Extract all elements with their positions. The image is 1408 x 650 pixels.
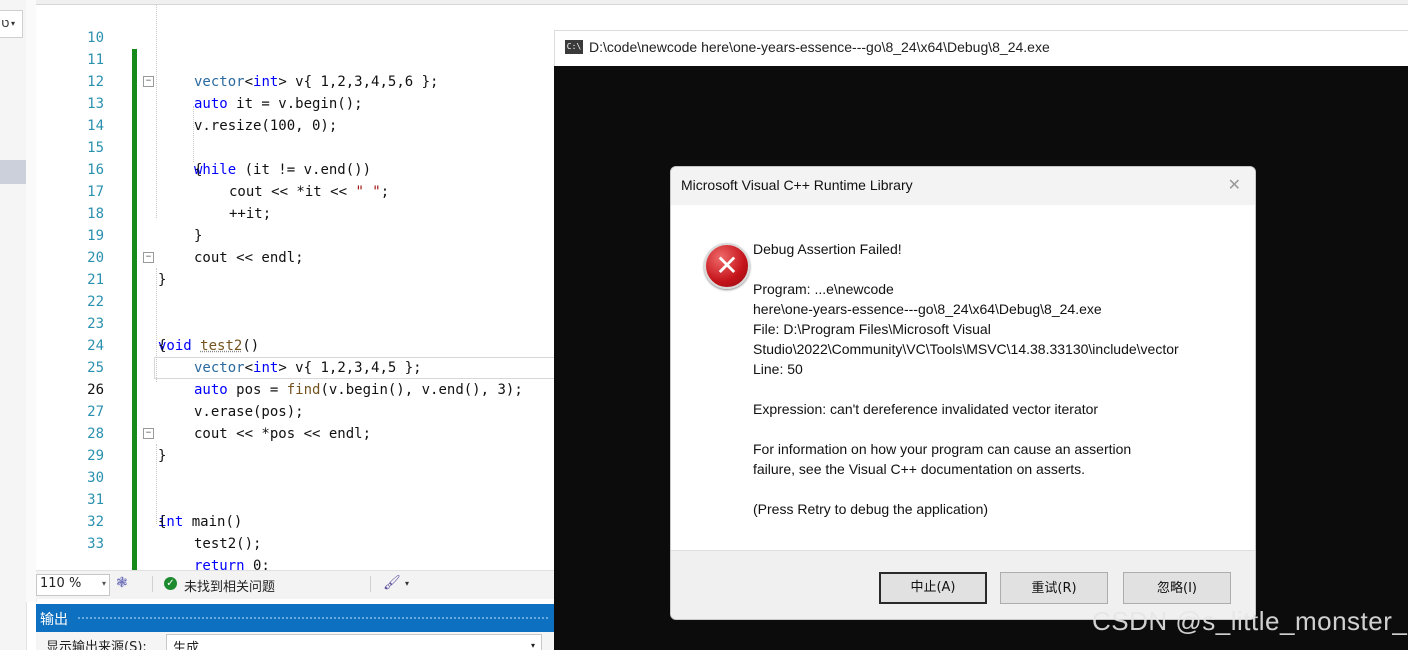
code-line: 33 } [36,511,554,570]
code-line: 25 v.erase(pos); [36,335,554,420]
code-line: 14 { [36,93,554,178]
console-app-icon: C:\ [565,40,583,54]
close-icon[interactable]: ✕ [1228,175,1241,195]
chevron-down-icon: ▾ [11,19,16,28]
dialog-info: For information on how your program can … [753,441,1132,457]
change-indicator [132,555,137,570]
retry-button[interactable]: 重试(R) [1000,572,1108,604]
chevron-down-icon: ▾ [530,641,535,650]
left-dropdown-glyph: ט [1,16,10,31]
code-token: 0; [244,558,270,570]
code-line: 32 return 0; [36,489,554,570]
status-separator [152,576,153,592]
check-circle-icon: ✓ [164,577,177,590]
editor-status-bar: 110 % ▾ ❃ ✓ 未找到相关问题 🖌 ▾ [36,570,554,599]
abort-button[interactable]: 中止(A) [879,572,987,604]
left-tool-strip [0,0,27,650]
dialog-file-line: Studio\2022\Community\VC\Tools\MSVC\14.3… [753,341,1179,357]
console-window-title: D:\code\newcode here\one-years-essence--… [589,39,1050,55]
code-line: 28 [36,401,554,467]
code-line: 16 ++it; [36,137,554,222]
code-line: 22 { [36,269,554,354]
code-line-current: 26 cout << *pos << endl; [36,357,554,442]
status-separator [370,576,371,592]
ignore-button[interactable]: 忽略(I) [1123,572,1231,604]
code-token: return [194,558,245,570]
code-line: 30 { [36,445,554,530]
dialog-expression: Expression: can't dereference invalidate… [753,401,1099,417]
line-number: 33 [87,536,104,552]
output-panel-header: 输出 [36,604,554,632]
code-line: 18 cout << endl; [36,181,554,266]
watermark: CSDN @s_little_monster_ [1092,606,1408,636]
output-source-select[interactable]: 生成 ▾ [166,634,542,650]
code-line: 27 } [36,379,554,464]
code-editor[interactable]: 10 vector<int> v{ 1,2,3,4,5,6 }; 11 auto… [36,0,554,570]
code-line: 24 auto pos = find(v.begin(), v.end(), 3… [36,313,554,398]
zoom-dropdown[interactable]: 110 % ▾ [36,574,110,596]
fold-toggle-icon[interactable]: − [143,76,154,87]
code-line: 23 vector<int> v{ 1,2,3,4,5 }; [36,291,554,376]
code-line: 31 test2(); [36,467,554,552]
output-source-value: 生成 [173,641,200,650]
code-line: 21 − void test2() [36,247,554,354]
dialog-heading: Debug Assertion Failed! [753,241,902,257]
code-line: 29 − int main() [36,423,554,530]
output-source-row: 显示输出来源(S): 生成 ▾ [36,632,554,650]
top-tab-strip [546,0,1408,5]
issues-status-text[interactable]: 未找到相关问题 [184,576,275,595]
dialog-program-line: here\one-years-essence---go\8_24\x64\Deb… [753,301,1102,317]
chevron-down-icon[interactable]: ▾ [405,579,409,588]
fold-toggle-icon[interactable]: − [143,428,154,439]
code-line: 12 v.resize(100, 0); [36,49,554,134]
chevron-down-icon: ▾ [101,579,106,588]
change-indicator [132,533,137,555]
code-line: 20 [36,225,554,291]
dialog-title: Microsoft Visual C++ Runtime Library [681,177,913,193]
dialog-program-line: Program: ...e\newcode [753,281,894,297]
code-line: 11 auto it = v.begin(); [36,27,554,112]
output-source-label: 显示输出来源(S): [46,640,147,650]
error-icon: ✕ [704,243,750,289]
dialog-file-line: File: D:\Program Files\Microsoft Visual [753,321,991,337]
brush-icon[interactable]: 🖌 [383,575,401,591]
fold-toggle-icon[interactable]: − [143,252,154,263]
runtime-error-dialog: Microsoft Visual C++ Runtime Library ✕ ✕… [670,166,1256,620]
code-token: test2(); [194,536,262,552]
code-line: 15 cout << *it << " "; [36,115,554,200]
code-line: 17 } [36,159,554,244]
left-selected-item[interactable] [0,160,26,184]
output-panel-title: 输出 [40,612,68,628]
code-line: 19 } [36,203,554,288]
dialog-press-retry: (Press Retry to debug the application) [753,501,989,517]
code-line: 13 − while (it != v.end()) [36,71,554,178]
editor-top-border [36,0,554,5]
console-window-titlebar[interactable]: C:\ D:\code\newcode here\one-years-essen… [554,30,1408,67]
panel-grip[interactable] [78,617,548,621]
zoom-value: 110 % [40,576,82,591]
dialog-info: failure, see the Visual C++ documentatio… [753,461,1086,477]
left-dropdown[interactable]: ט ▾ [0,10,23,38]
dialog-line-number: Line: 50 [753,361,803,377]
code-line: 10 vector<int> v{ 1,2,3,4,5,6 }; [36,5,554,90]
code-cleanup-icon[interactable]: ❃ [116,575,128,591]
